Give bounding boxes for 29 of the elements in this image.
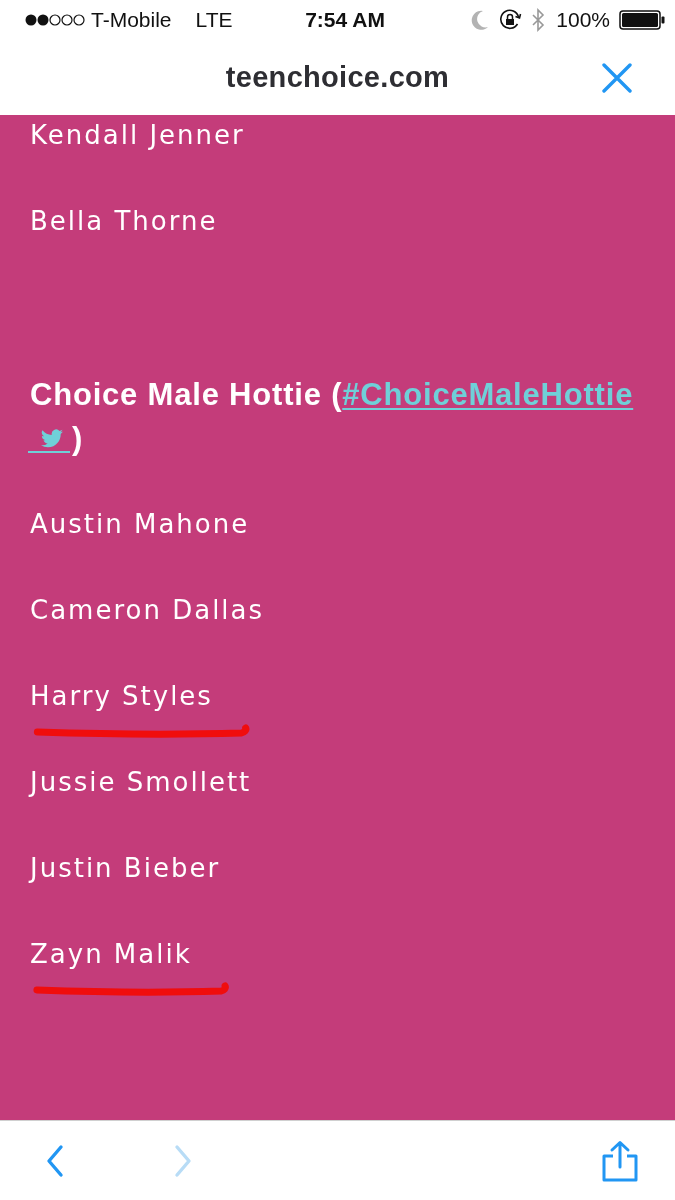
nominee-name: Kendall Jenner [30, 119, 245, 152]
status-time: 7:54 AM [305, 8, 385, 32]
network-type: LTE [195, 8, 233, 32]
signal-strength-icon [25, 13, 85, 27]
bluetooth-icon [531, 8, 546, 32]
hashtag-link[interactable]: #ChoiceMaleHottie [342, 377, 634, 412]
social-link[interactable] [28, 429, 70, 453]
nominee-name: Harry Styles [30, 680, 213, 713]
nominee-name: Zayn Malik [30, 938, 192, 971]
nominee-name: Bella Thorne [30, 205, 218, 238]
closing-parenthesis: ) [72, 421, 84, 456]
battery-icon [619, 10, 665, 30]
nominee-name: Cameron Dallas [30, 594, 265, 627]
nominee-name: Jussie Smollett [30, 766, 252, 799]
carrier-name: T-Mobile [91, 8, 172, 32]
nominee-name: Austin Mahone [30, 508, 250, 541]
battery-percentage: 100% [556, 8, 610, 32]
nominee-name: Justin Bieber [30, 852, 221, 885]
rotation-lock-icon [498, 8, 523, 32]
chevron-left-icon [46, 1143, 64, 1178]
share-icon [601, 1139, 639, 1182]
moon-icon [471, 10, 490, 30]
chevron-right-icon [174, 1143, 192, 1178]
bird-icon [40, 429, 64, 449]
close-button[interactable] [602, 62, 632, 93]
close-icon [602, 62, 632, 93]
share-button[interactable] [601, 1139, 639, 1182]
page-url: teenchoice.com [225, 61, 450, 94]
category-title: Choice Male Hottie ( [30, 377, 343, 412]
